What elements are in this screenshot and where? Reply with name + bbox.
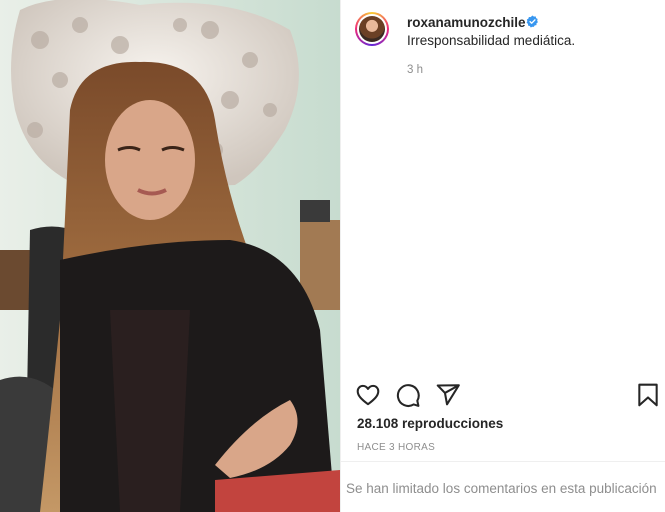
- bookmark-icon[interactable]: [635, 382, 661, 408]
- avatar[interactable]: [355, 12, 389, 46]
- username-link[interactable]: roxanamunozchile: [407, 15, 526, 30]
- heart-icon[interactable]: [355, 382, 381, 408]
- video-frame: [0, 0, 340, 512]
- share-icon[interactable]: [435, 382, 461, 408]
- post-caption: Irresponsabilidad mediática.: [407, 33, 576, 48]
- comments-divider: [341, 461, 665, 462]
- comments-limited-notice: Se han limitado los comentarios en esta …: [346, 481, 657, 496]
- comment-icon[interactable]: [395, 382, 421, 408]
- view-count[interactable]: 28.108 reproducciones: [357, 416, 503, 431]
- post-video[interactable]: [0, 0, 340, 512]
- post-side-panel: roxanamunozchile Irresponsabilidad mediá…: [341, 0, 665, 512]
- verified-badge-icon: [526, 15, 538, 28]
- post-timestamp[interactable]: HACE 3 HORAS: [357, 442, 435, 453]
- avatar-image: [359, 16, 385, 42]
- caption-timestamp[interactable]: 3 h: [407, 64, 423, 76]
